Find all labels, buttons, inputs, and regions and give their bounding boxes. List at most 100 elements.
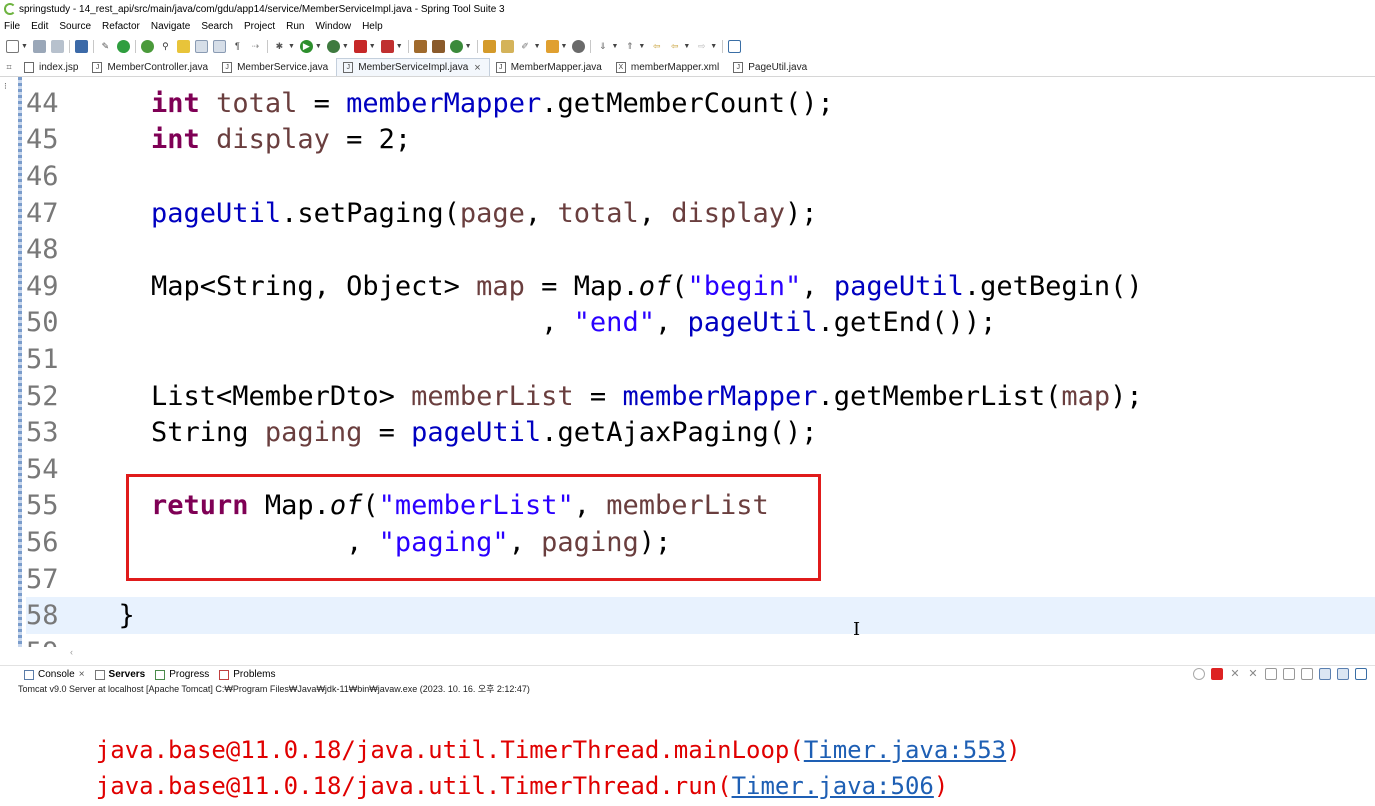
next-annotation-dropdown-icon[interactable]: ▼ [611,43,618,50]
tab-servers[interactable]: Servers [94,669,145,680]
tab-member-controller[interactable]: J MemberController.java [86,58,216,76]
tab-page-util[interactable]: J PageUtil.java [727,58,815,76]
code-editor[interactable]: 44 int total = memberMapper.getMemberCou… [18,77,1375,647]
terminal-icon[interactable] [74,39,88,53]
remove-all-terminated-icon[interactable]: ✕ [1247,668,1259,680]
menu-run[interactable]: Run [286,21,304,32]
spring-icon[interactable] [140,39,154,53]
open-perspective-icon[interactable] [728,39,742,53]
forward-icon[interactable]: ⇨ [695,40,708,53]
previous-annotation-icon[interactable]: ⇑ [623,40,636,53]
tab-problems[interactable]: Problems [219,669,276,680]
new-file-icon[interactable] [6,39,19,53]
debug-dropdown-icon[interactable]: ▼ [288,43,295,50]
stack-frame-link[interactable]: Timer.java:506 [732,772,934,800]
external-tools-icon[interactable] [380,39,394,53]
show-whitespace-icon[interactable]: ¶ [231,40,244,53]
code-token: ); [638,526,672,558]
tab-member-mapper-xml[interactable]: X memberMapper.xml [610,58,727,76]
last-edit-location-icon[interactable]: ⇦ [650,40,663,53]
code-token: display [216,124,330,156]
run-dropdown-icon[interactable]: ▼ [315,43,322,50]
scroll-lock-icon[interactable] [1283,668,1295,680]
new-java-project-icon[interactable] [413,39,427,53]
save-all-icon[interactable] [50,39,64,53]
word-wrap-icon[interactable] [212,39,226,53]
code-token: , [86,526,379,558]
stop-icon[interactable] [353,39,367,53]
close-tab-icon[interactable]: × [474,62,480,74]
code-token: pageUtil [151,197,282,229]
tab-progress[interactable]: Progress [155,669,209,680]
code-text: String paging = pageUtil.getAjaxPaging()… [86,419,818,446]
clear-console-icon[interactable] [1265,668,1277,680]
back-icon[interactable]: ⇦ [668,40,681,53]
remove-launch-icon[interactable]: ✕ [1229,668,1241,680]
menu-refactor[interactable]: Refactor [102,21,140,32]
scroll-left-icon[interactable]: ‹ [70,647,73,657]
pen-icon[interactable]: ✐ [519,40,532,53]
open-type-icon[interactable] [482,39,496,53]
coverage-icon[interactable] [326,39,340,53]
folder-dropdown-icon[interactable]: ▼ [561,43,568,50]
menu-help[interactable]: Help [362,21,383,32]
code-token: pageUtil [411,417,542,449]
code-token: page [459,197,525,229]
tab-member-service[interactable]: J MemberService.java [216,58,336,76]
pin-console-icon[interactable] [1193,668,1205,680]
new-dropdown-icon[interactable]: ▼ [21,43,28,50]
new-package-icon[interactable] [431,39,445,53]
code-token: return [151,490,249,522]
new-class-icon[interactable] [449,39,463,53]
save-icon[interactable] [32,39,46,53]
tab-console[interactable]: Console × [24,669,85,680]
pen-dropdown-icon[interactable]: ▼ [534,43,541,50]
next-annotation-icon[interactable]: ⇓ [596,40,609,53]
jsp-file-icon [24,61,34,73]
menu-navigate[interactable]: Navigate [151,21,190,32]
menu-edit[interactable]: Edit [31,21,48,32]
terminate-icon[interactable] [1211,668,1223,680]
back-dropdown-icon[interactable]: ▼ [683,43,690,50]
stop-dropdown-icon[interactable]: ▼ [369,43,376,50]
menu-source[interactable]: Source [59,21,91,32]
external-tools-dropdown-icon[interactable]: ▼ [396,43,403,50]
code-token: , [638,197,672,229]
close-console-icon[interactable]: × [79,669,85,680]
stack-frame-suffix: ) [1006,736,1021,764]
show-on-stdout-icon[interactable] [1319,668,1331,680]
line-number: 57 [26,563,59,595]
outline-icon[interactable]: ⁝ [4,81,14,91]
word-wrap-console-icon[interactable] [1301,668,1313,680]
open-console-icon[interactable] [1355,668,1367,680]
tab-label: Progress [169,669,210,680]
toolbar-separator [722,39,724,53]
open-folder-icon[interactable] [545,39,559,53]
search-icon[interactable] [572,39,586,53]
code-token: display [671,197,786,229]
previous-annotation-dropdown-icon[interactable]: ▼ [638,43,645,50]
tab-member-mapper[interactable]: J MemberMapper.java [490,58,610,76]
console-output[interactable]: java.base@11.0.18/java.util.TimerThread.… [0,700,1375,806]
tab-member-service-impl[interactable]: J MemberServiceImpl.java × [336,58,490,76]
open-task-icon[interactable] [500,39,514,53]
mark-occurrences-icon[interactable]: ⇢ [249,40,262,53]
block-selection-icon[interactable] [194,39,208,53]
menu-project[interactable]: Project [244,21,275,32]
menu-search[interactable]: Search [201,21,233,32]
boot-dashboard-icon[interactable] [116,39,130,53]
pin-icon[interactable]: ⚲ [159,40,172,53]
highlight-occurrences-icon[interactable] [176,39,190,53]
forward-dropdown-icon[interactable]: ▼ [710,43,717,50]
show-on-stderr-icon[interactable] [1337,668,1349,680]
menu-file[interactable]: File [4,21,20,32]
tab-index-jsp[interactable]: index.jsp [18,58,86,76]
coverage-dropdown-icon[interactable]: ▼ [342,43,349,50]
new-class-dropdown-icon[interactable]: ▼ [465,43,472,50]
run-icon[interactable]: ▶ [299,39,313,53]
toggle-breakpoint-icon[interactable]: ✎ [99,40,112,53]
package-explorer-icon[interactable]: ⌗ [0,58,18,76]
menu-window[interactable]: Window [315,21,351,32]
debug-icon[interactable]: ✱ [273,40,286,53]
